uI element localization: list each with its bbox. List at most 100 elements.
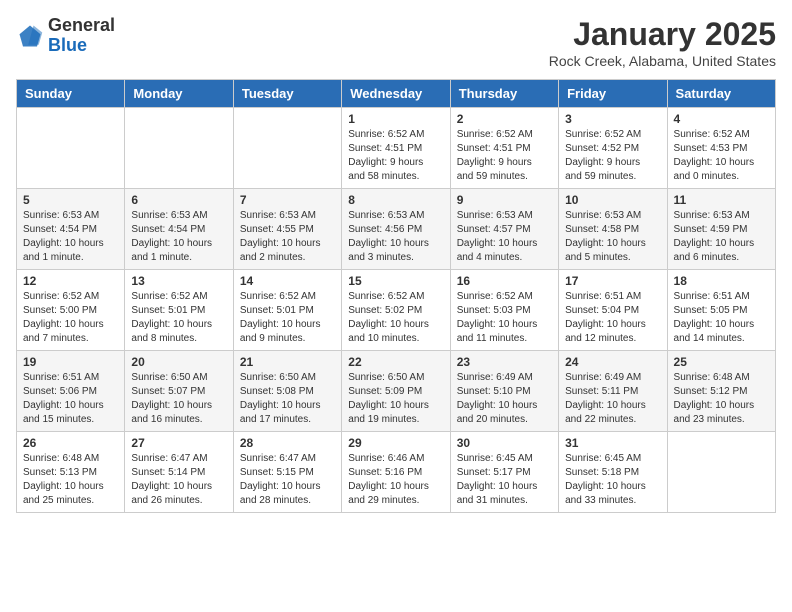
day-cell: 31Sunrise: 6:45 AM Sunset: 5:18 PM Dayli…	[559, 432, 667, 513]
day-number: 20	[131, 355, 226, 369]
day-number: 2	[457, 112, 552, 126]
day-cell: 21 Sunrise: 6:50 AM Sunset: 5:08 PM Dayli…	[233, 351, 341, 432]
day-info: Sunrise: 6:47 AM Sunset: 5:14 PM Dayligh…	[131, 452, 226, 508]
day-info: Sunrise: 6:45 AM Sunset: 5:18 PM Dayligh…	[565, 452, 660, 508]
day-cell	[17, 108, 125, 189]
day-cell	[125, 108, 233, 189]
day-info: Sunrise: 6:51 AM Sunset: 5:05 PM Dayligh…	[674, 290, 769, 346]
day-number: 9	[457, 193, 552, 207]
day-cell: 15Sunrise: 6:52 AM Sunset: 5:02 PM Dayli…	[342, 270, 450, 351]
weekday-header-saturday: Saturday	[667, 80, 775, 108]
day-cell: 11 Sunrise: 6:53 AM Sunset: 4:59 PM Dayli…	[667, 189, 775, 270]
day-number: 25	[674, 355, 769, 369]
week-row-5: 26 Sunrise: 6:48 AM Sunset: 5:13 PM Dayli…	[17, 432, 776, 513]
day-info: Sunrise: 6:51 AM Sunset: 5:06 PM Dayligh…	[23, 371, 118, 427]
day-info: Sunrise: 6:53 AM Sunset: 4:55 PM Dayligh…	[240, 209, 335, 265]
day-info: Sunrise: 6:45 AM Sunset: 5:17 PM Dayligh…	[457, 452, 552, 508]
day-number: 29	[348, 436, 443, 450]
day-cell: 23 Sunrise: 6:49 AM Sunset: 5:10 PM Dayli…	[450, 351, 558, 432]
day-info: Sunrise: 6:48 AM Sunset: 5:12 PM Dayligh…	[674, 371, 769, 427]
day-cell: 28 Sunrise: 6:47 AM Sunset: 5:15 PM Dayli…	[233, 432, 341, 513]
day-number: 28	[240, 436, 335, 450]
day-cell: 8Sunrise: 6:53 AM Sunset: 4:56 PM Daylig…	[342, 189, 450, 270]
logo-blue: Blue	[48, 36, 115, 56]
day-cell: 20Sunrise: 6:50 AM Sunset: 5:07 PM Dayli…	[125, 351, 233, 432]
day-cell: 27Sunrise: 6:47 AM Sunset: 5:14 PM Dayli…	[125, 432, 233, 513]
day-info: Sunrise: 6:52 AM Sunset: 4:52 PM Dayligh…	[565, 128, 660, 184]
day-info: Sunrise: 6:52 AM Sunset: 5:01 PM Dayligh…	[240, 290, 335, 346]
week-row-1: 1 Sunrise: 6:52 AM Sunset: 4:51 PM Daylig…	[17, 108, 776, 189]
day-number: 12	[23, 274, 118, 288]
day-cell: 9 Sunrise: 6:53 AM Sunset: 4:57 PM Daylig…	[450, 189, 558, 270]
day-info: Sunrise: 6:52 AM Sunset: 5:02 PM Dayligh…	[348, 290, 443, 346]
day-cell: 4Sunrise: 6:52 AM Sunset: 4:53 PM Daylig…	[667, 108, 775, 189]
day-info: Sunrise: 6:50 AM Sunset: 5:08 PM Dayligh…	[240, 371, 335, 427]
day-number: 7	[240, 193, 335, 207]
calendar-title: January 2025	[549, 16, 776, 53]
day-cell: 6Sunrise: 6:53 AM Sunset: 4:54 PM Daylig…	[125, 189, 233, 270]
day-info: Sunrise: 6:53 AM Sunset: 4:54 PM Dayligh…	[23, 209, 118, 265]
page-header: General Blue January 2025 Rock Creek, Al…	[16, 16, 776, 69]
weekday-header-tuesday: Tuesday	[233, 80, 341, 108]
day-cell: 3 Sunrise: 6:52 AM Sunset: 4:52 PM Daylig…	[559, 108, 667, 189]
day-info: Sunrise: 6:52 AM Sunset: 4:53 PM Dayligh…	[674, 128, 769, 184]
day-number: 5	[23, 193, 118, 207]
day-cell: 19 Sunrise: 6:51 AM Sunset: 5:06 PM Dayli…	[17, 351, 125, 432]
day-number: 8	[348, 193, 443, 207]
logo: General Blue	[16, 16, 115, 56]
calendar-location: Rock Creek, Alabama, United States	[549, 53, 776, 69]
title-block: January 2025 Rock Creek, Alabama, United…	[549, 16, 776, 69]
day-info: Sunrise: 6:50 AM Sunset: 5:09 PM Dayligh…	[348, 371, 443, 427]
day-info: Sunrise: 6:53 AM Sunset: 4:59 PM Dayligh…	[674, 209, 769, 265]
day-info: Sunrise: 6:53 AM Sunset: 4:58 PM Dayligh…	[565, 209, 660, 265]
day-number: 21	[240, 355, 335, 369]
day-info: Sunrise: 6:52 AM Sunset: 5:03 PM Dayligh…	[457, 290, 552, 346]
day-cell: 2 Sunrise: 6:52 AM Sunset: 4:51 PM Daylig…	[450, 108, 558, 189]
day-number: 26	[23, 436, 118, 450]
day-cell: 10 Sunrise: 6:53 AM Sunset: 4:58 PM Dayli…	[559, 189, 667, 270]
day-info: Sunrise: 6:47 AM Sunset: 5:15 PM Dayligh…	[240, 452, 335, 508]
weekday-header-thursday: Thursday	[450, 80, 558, 108]
day-cell: 24Sunrise: 6:49 AM Sunset: 5:11 PM Dayli…	[559, 351, 667, 432]
day-cell: 16 Sunrise: 6:52 AM Sunset: 5:03 PM Dayli…	[450, 270, 558, 351]
day-number: 18	[674, 274, 769, 288]
day-info: Sunrise: 6:53 AM Sunset: 4:57 PM Dayligh…	[457, 209, 552, 265]
day-number: 23	[457, 355, 552, 369]
weekday-header-monday: Monday	[125, 80, 233, 108]
day-info: Sunrise: 6:51 AM Sunset: 5:04 PM Dayligh…	[565, 290, 660, 346]
day-number: 17	[565, 274, 660, 288]
weekday-header-row: SundayMondayTuesdayWednesdayThursdayFrid…	[17, 80, 776, 108]
day-number: 14	[240, 274, 335, 288]
logo-general: General	[48, 16, 115, 36]
day-cell: 30Sunrise: 6:45 AM Sunset: 5:17 PM Dayli…	[450, 432, 558, 513]
weekday-header-friday: Friday	[559, 80, 667, 108]
day-cell: 12Sunrise: 6:52 AM Sunset: 5:00 PM Dayli…	[17, 270, 125, 351]
day-info: Sunrise: 6:49 AM Sunset: 5:10 PM Dayligh…	[457, 371, 552, 427]
day-cell: 13 Sunrise: 6:52 AM Sunset: 5:01 PM Dayli…	[125, 270, 233, 351]
day-info: Sunrise: 6:52 AM Sunset: 4:51 PM Dayligh…	[457, 128, 552, 184]
day-number: 16	[457, 274, 552, 288]
day-cell: 29 Sunrise: 6:46 AM Sunset: 5:16 PM Dayli…	[342, 432, 450, 513]
day-info: Sunrise: 6:46 AM Sunset: 5:16 PM Dayligh…	[348, 452, 443, 508]
day-number: 24	[565, 355, 660, 369]
day-info: Sunrise: 6:52 AM Sunset: 5:01 PM Dayligh…	[131, 290, 226, 346]
day-cell: 22Sunrise: 6:50 AM Sunset: 5:09 PM Dayli…	[342, 351, 450, 432]
day-cell: 5 Sunrise: 6:53 AM Sunset: 4:54 PM Daylig…	[17, 189, 125, 270]
day-cell: 17 Sunrise: 6:51 AM Sunset: 5:04 PM Dayli…	[559, 270, 667, 351]
day-cell: 14 Sunrise: 6:52 AM Sunset: 5:01 PM Dayli…	[233, 270, 341, 351]
day-number: 1	[348, 112, 443, 126]
day-info: Sunrise: 6:52 AM Sunset: 4:51 PM Dayligh…	[348, 128, 443, 184]
day-number: 3	[565, 112, 660, 126]
day-number: 13	[131, 274, 226, 288]
day-cell	[233, 108, 341, 189]
day-number: 10	[565, 193, 660, 207]
day-info: Sunrise: 6:53 AM Sunset: 4:54 PM Dayligh…	[131, 209, 226, 265]
day-cell	[667, 432, 775, 513]
day-number: 11	[674, 193, 769, 207]
day-info: Sunrise: 6:48 AM Sunset: 5:13 PM Dayligh…	[23, 452, 118, 508]
weekday-header-sunday: Sunday	[17, 80, 125, 108]
day-number: 19	[23, 355, 118, 369]
calendar-table: SundayMondayTuesdayWednesdayThursdayFrid…	[16, 79, 776, 513]
logo-text: General Blue	[48, 16, 115, 56]
day-cell: 26 Sunrise: 6:48 AM Sunset: 5:13 PM Dayli…	[17, 432, 125, 513]
